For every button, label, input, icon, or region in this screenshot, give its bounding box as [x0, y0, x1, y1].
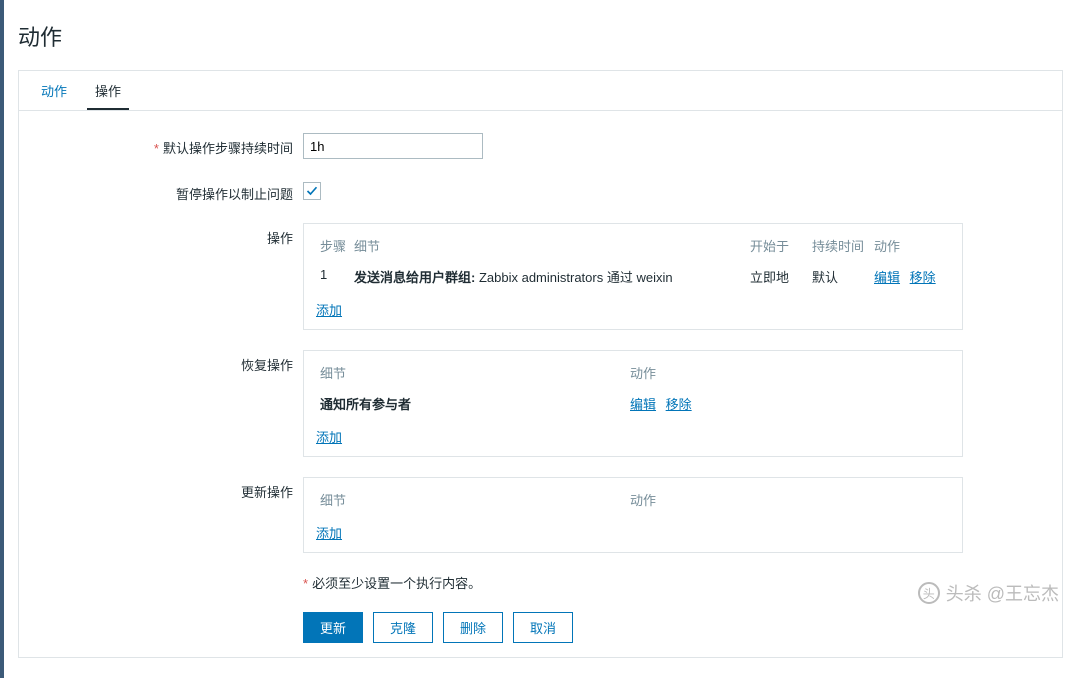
update-th-detail: 细节	[316, 486, 626, 515]
ops-th-duration: 持续时间	[808, 232, 870, 261]
delete-button[interactable]: 删除	[443, 612, 503, 643]
duration-label: *默认操作步骤持续时间	[33, 133, 303, 157]
table-row: 1 发送消息给用户群组: Zabbix administrators 通过 we…	[316, 261, 950, 292]
pause-checkbox[interactable]	[303, 182, 321, 200]
tab-action[interactable]: 动作	[33, 71, 75, 110]
duration-input[interactable]	[303, 133, 483, 159]
recovery-detail: 通知所有参与者	[316, 388, 626, 419]
ops-add-link[interactable]: 添加	[316, 300, 342, 319]
update-add-link[interactable]: 添加	[316, 523, 342, 542]
tab-operation[interactable]: 操作	[87, 71, 129, 110]
ops-edit-link[interactable]: 编辑	[874, 270, 900, 285]
content-box: 动作 操作 *默认操作步骤持续时间 暂停操作以制止问题	[18, 70, 1063, 658]
cancel-button[interactable]: 取消	[513, 612, 573, 643]
ops-th-detail: 细节	[350, 232, 746, 261]
recovery-th-action: 动作	[626, 359, 950, 388]
recovery-th-detail: 细节	[316, 359, 626, 388]
update-label: 更新操作	[33, 477, 303, 501]
update-th-action: 动作	[626, 486, 950, 515]
recovery-edit-link[interactable]: 编辑	[630, 397, 656, 412]
operations-table: 步骤 细节 开始于 持续时间 动作 1	[303, 223, 963, 330]
update-button[interactable]: 更新	[303, 612, 363, 643]
ops-step: 1	[316, 261, 350, 292]
ops-remove-link[interactable]: 移除	[910, 270, 936, 285]
recovery-remove-link[interactable]: 移除	[666, 397, 692, 412]
ops-start: 立即地	[746, 261, 808, 292]
ops-duration: 默认	[808, 261, 870, 292]
clone-button[interactable]: 克隆	[373, 612, 433, 643]
recovery-add-link[interactable]: 添加	[316, 427, 342, 446]
recovery-label: 恢复操作	[33, 350, 303, 374]
page-title: 动作	[18, 20, 1071, 52]
update-table: 细节 动作 添加	[303, 477, 963, 553]
ops-detail: 发送消息给用户群组: Zabbix administrators 通过 weix…	[350, 261, 746, 292]
hint-text: *必须至少设置一个执行内容。	[303, 573, 481, 592]
check-icon	[306, 185, 318, 197]
ops-th-action: 动作	[870, 232, 950, 261]
recovery-table: 细节 动作 通知所有参与者 编辑	[303, 350, 963, 457]
pause-label: 暂停操作以制止问题	[33, 179, 303, 203]
ops-th-start: 开始于	[746, 232, 808, 261]
operations-label: 操作	[33, 223, 303, 247]
table-row: 通知所有参与者 编辑 移除	[316, 388, 950, 419]
ops-th-step: 步骤	[316, 232, 350, 261]
tabs: 动作 操作	[19, 71, 1062, 111]
